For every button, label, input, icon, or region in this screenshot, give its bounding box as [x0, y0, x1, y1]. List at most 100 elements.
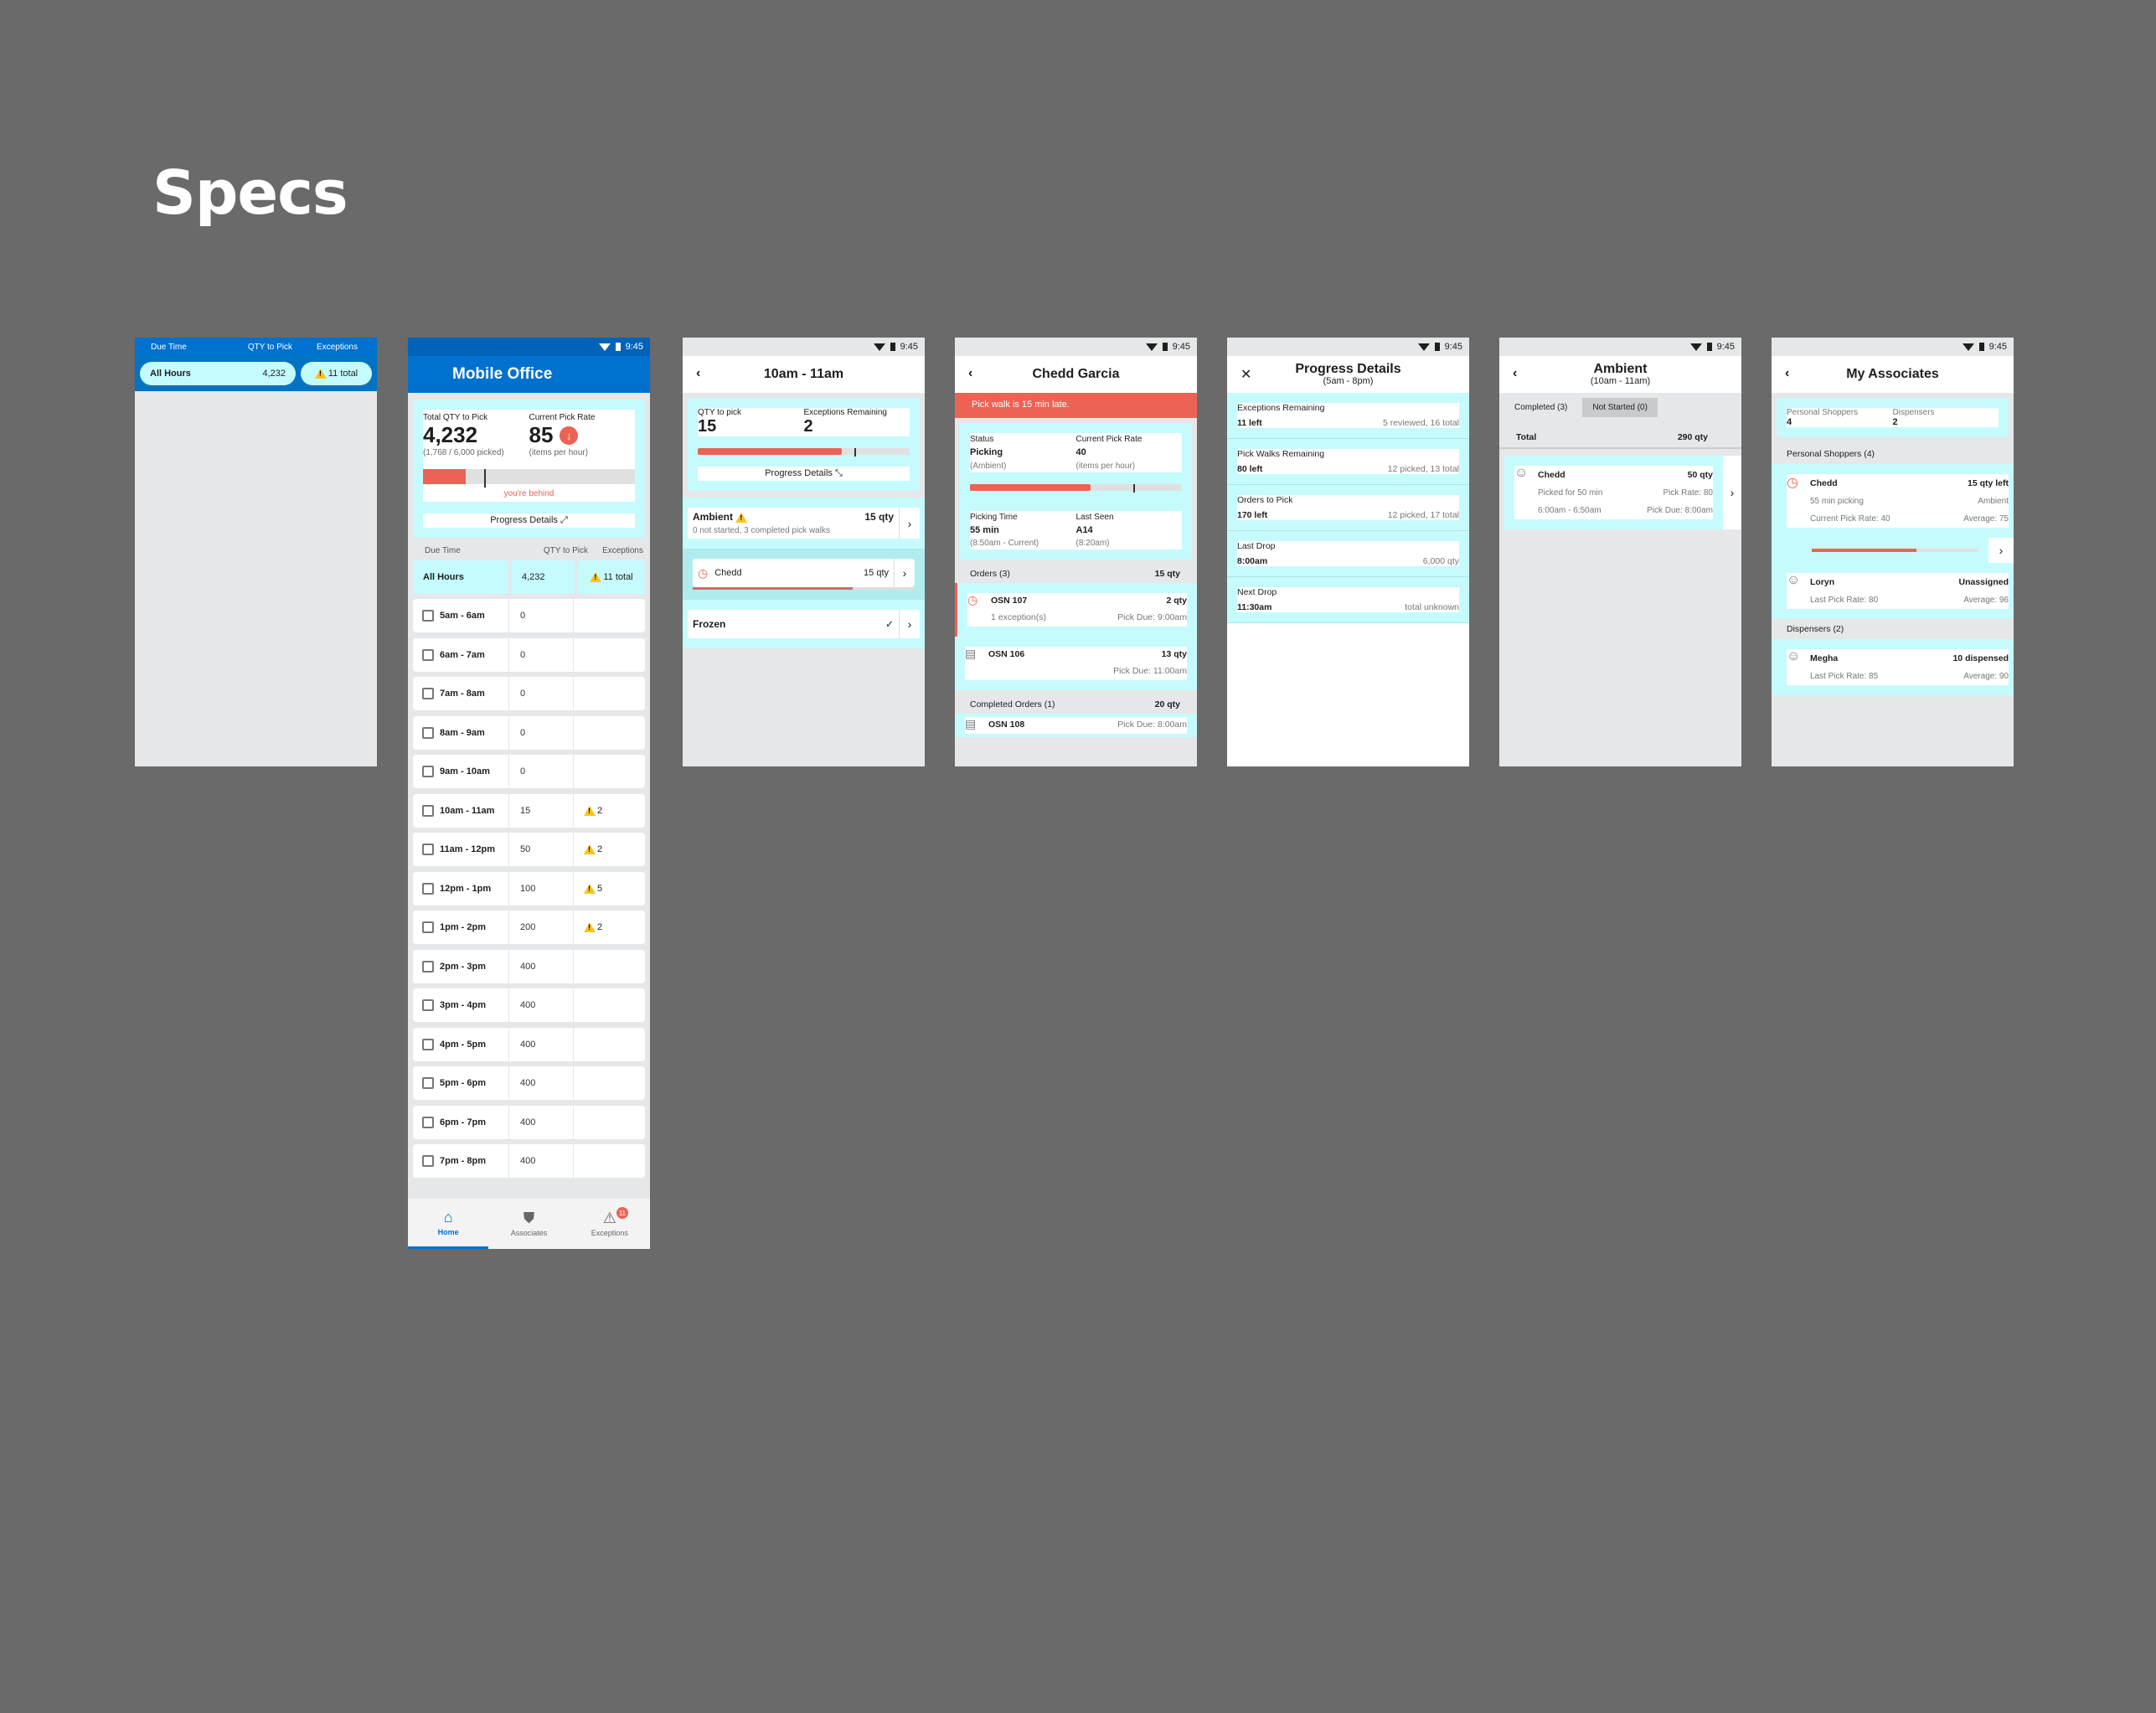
- orders-qty: 15 qty: [1154, 569, 1180, 579]
- associate-row[interactable]: ◷ Chedd 15 qty ›: [693, 559, 915, 587]
- hour-row[interactable]: 10am - 11am 15 2: [413, 793, 645, 828]
- checkbox[interactable]: [422, 1077, 434, 1089]
- hour-exceptions[interactable]: 5: [574, 883, 645, 894]
- hour-row[interactable]: 7am - 8am 0: [413, 677, 645, 710]
- checkbox[interactable]: [422, 999, 434, 1011]
- frozen-row[interactable]: Frozen ✓ ›: [688, 610, 920, 638]
- checkbox[interactable]: [422, 921, 434, 933]
- checkbox[interactable]: [422, 1038, 434, 1050]
- order-row[interactable]: ◷ OSN 107 2 qty 1 exception(s) Pick Due: 9:0…: [955, 583, 1197, 637]
- hour-exceptions[interactable]: 2: [574, 922, 645, 932]
- detail-label: Next Drop: [1237, 587, 1277, 597]
- chevron-right-icon[interactable]: ›: [899, 610, 920, 638]
- bottom-nav: ⌂ Home ⛊ Associates ⚠ Exceptions 11: [408, 1199, 650, 1249]
- warning-icon: [584, 844, 596, 854]
- order-qty: 13 qty: [1161, 648, 1187, 659]
- all-hours-exceptions[interactable]: 11 total: [578, 560, 645, 594]
- order-row[interactable]: ▤ OSN 106 13 qty Pick Due: 11:00am: [955, 636, 1197, 690]
- checkbox[interactable]: [422, 1116, 434, 1128]
- hour-row[interactable]: 7pm - 8pm 400: [413, 1144, 645, 1178]
- hour-qty: 200: [509, 911, 574, 944]
- checkbox[interactable]: [422, 960, 434, 973]
- order-name: OSN 106: [988, 648, 1025, 659]
- hour-row[interactable]: 5am - 6am 0: [413, 599, 645, 632]
- tab-not-started[interactable]: Not Started (0): [1582, 398, 1658, 417]
- hour-exceptions[interactable]: 2: [574, 844, 645, 854]
- hour-row[interactable]: 3pm - 4pm 400: [413, 988, 645, 1022]
- hour-row[interactable]: 6am - 7am 0: [413, 637, 645, 672]
- back-chevron-icon[interactable]: ‹: [1785, 366, 1789, 381]
- chevron-right-icon[interactable]: ›: [899, 508, 920, 539]
- nav-associates[interactable]: ⛊ Associates: [488, 1199, 569, 1249]
- progress-details-list: Exceptions Remaining 11 left 5 reviewed, 1…: [1227, 393, 1469, 623]
- hour-qty: 400: [509, 1027, 574, 1061]
- chevron-right-icon[interactable]: ›: [894, 559, 915, 587]
- back-chevron-icon[interactable]: ‹: [1513, 366, 1517, 381]
- checkbox[interactable]: [422, 1155, 434, 1167]
- hour-row[interactable]: 2pm - 3pm 400: [413, 949, 645, 983]
- hour-row[interactable]: 5pm - 6pm 400: [413, 1066, 645, 1100]
- checkbox[interactable]: [422, 882, 434, 895]
- associate-qty: 15 qty: [864, 568, 889, 578]
- all-hours-qty: 4,232: [512, 560, 575, 594]
- checkbox[interactable]: [422, 844, 434, 855]
- hour-row[interactable]: 1pm - 2pm 200 2: [413, 911, 645, 944]
- hour-cell: 5pm - 6pm: [413, 1066, 509, 1100]
- associate-stats-card: Status Picking (Ambient) Current Pick Ra…: [960, 423, 1192, 560]
- warning-icon: [584, 883, 596, 894]
- checkbox[interactable]: [422, 688, 434, 699]
- hour-row[interactable]: 4pm - 5pm 400: [413, 1027, 645, 1061]
- hour-label: 11am - 12pm: [440, 844, 496, 854]
- checkbox[interactable]: [422, 726, 434, 739]
- close-icon[interactable]: ✕: [1240, 366, 1251, 383]
- all-hours-row[interactable]: All Hours 4,232 11 total: [413, 560, 645, 594]
- chevron-right-icon[interactable]: ›: [1723, 456, 1741, 529]
- hour-row[interactable]: 9am - 10am 0: [413, 755, 645, 788]
- screen-subtitle: (5am - 8pm): [1323, 375, 1374, 386]
- associate-name: Chedd: [714, 568, 742, 578]
- hour-exceptions[interactable]: 2: [574, 805, 645, 816]
- associate-item[interactable]: ☺ Loryn Unassigned Last Pick Rate: 80 Averag…: [1772, 563, 2014, 620]
- checkbox[interactable]: [422, 648, 434, 661]
- shoppers-count-label: Personal Shoppers: [1787, 408, 1859, 417]
- dispensers-count-label: Dispensers: [1892, 408, 1935, 417]
- hour-row[interactable]: 8am - 9am 0: [413, 715, 645, 750]
- hour-row[interactable]: 11am - 12pm 50 2: [413, 833, 645, 866]
- exceptions-badge: 11: [616, 1207, 628, 1219]
- back-chevron-icon[interactable]: ‹: [968, 366, 972, 381]
- checkbox[interactable]: [422, 804, 434, 817]
- detail-value: 8:00am: [1237, 556, 1268, 566]
- order-due: Pick Due: 11:00am: [1113, 665, 1187, 676]
- progress-details-button[interactable]: Progress Details ⤢: [423, 513, 635, 528]
- back-chevron-icon[interactable]: ‹: [696, 366, 700, 381]
- ambient-row[interactable]: Ambient 15 qty 0 not started, 3 complete…: [688, 508, 920, 539]
- nav-home[interactable]: ⌂ Home: [408, 1199, 489, 1249]
- progress-detail-item: Next Drop 11:30am total unknown: [1227, 577, 1469, 623]
- nav-exceptions[interactable]: ⚠ Exceptions 11: [570, 1199, 650, 1249]
- ambient-qty: 15 qty: [864, 511, 894, 523]
- hour-row[interactable]: 6pm - 7pm 400: [413, 1105, 645, 1139]
- detail-label: Exceptions Remaining: [1237, 403, 1325, 413]
- associate-avatar-icon: ☺: [1514, 466, 1529, 480]
- battery-icon: [1162, 343, 1168, 351]
- checkbox[interactable]: [422, 610, 434, 622]
- associate-item[interactable]: ◷ Chedd 15 qty left 55 min picking Ambient Cu…: [1772, 464, 2014, 539]
- last-seen-value: A14: [1075, 524, 1093, 535]
- order-sub: 1 exception(s): [991, 611, 1046, 622]
- progress-details-button[interactable]: Progress Details ⤡: [698, 467, 910, 481]
- hour-summary-card: QTY to pick 15 Exceptions Remaining 2 Pr…: [688, 398, 920, 491]
- all-hours-pill[interactable]: All Hours 4,232: [140, 362, 296, 385]
- all-hours-row[interactable]: All Hours 4,232 11 total: [135, 356, 377, 391]
- hour-row[interactable]: 12pm - 1pm 100 5: [413, 871, 645, 906]
- associate-card[interactable]: ☺ Chedd 50 qty Picked for 50 min Pick Rate…: [1504, 456, 1741, 530]
- completed-order-row[interactable]: ▤ OSN 108 Pick Due: 8:00am: [955, 713, 1197, 737]
- warning-icon: [584, 805, 596, 816]
- chevron-right-icon[interactable]: ›: [1988, 538, 2014, 564]
- checkbox[interactable]: [422, 766, 434, 777]
- associate-item[interactable]: ☺ Megha 10 dispensed Last Pick Rate: 85 Aver…: [1772, 639, 2014, 696]
- tab-completed[interactable]: Completed (3): [1504, 398, 1578, 417]
- associate-progress-fill: [693, 587, 853, 590]
- status-value: Picking: [970, 447, 1003, 457]
- warning-icon: [590, 572, 602, 582]
- all-hours-exceptions-pill[interactable]: 11 total: [301, 362, 372, 385]
